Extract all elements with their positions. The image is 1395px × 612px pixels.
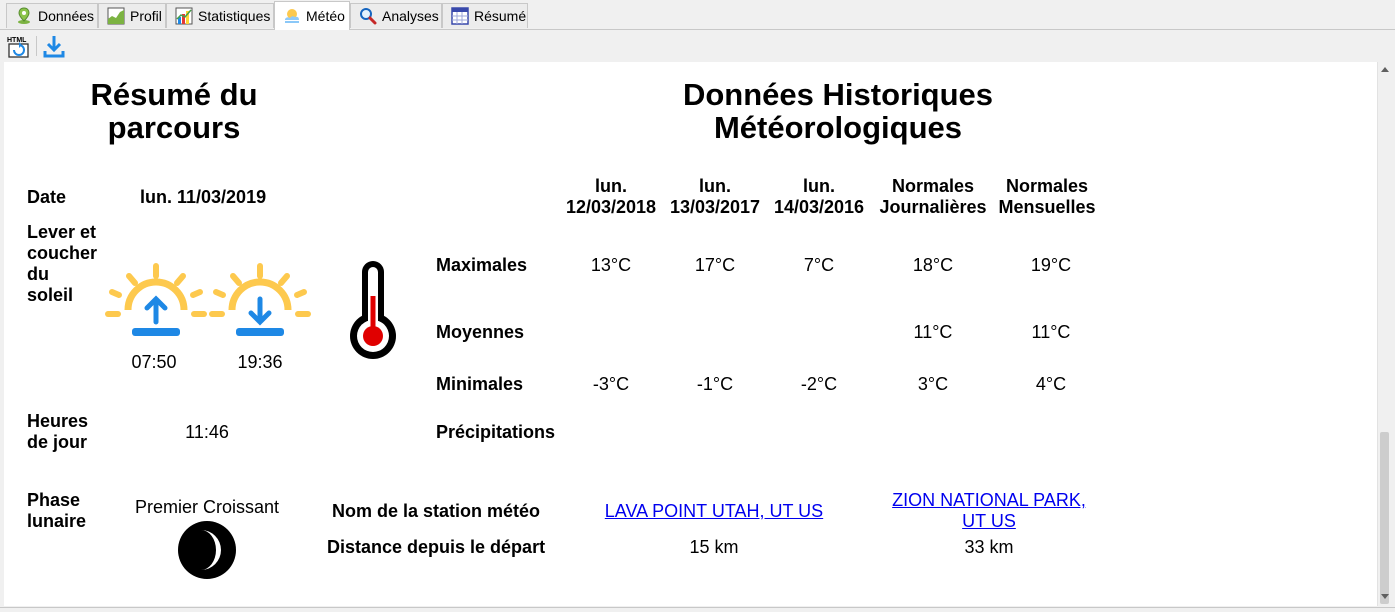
- tab-analyses[interactable]: Analyses: [350, 3, 442, 28]
- row-label-max: Maximales: [436, 255, 528, 275]
- table-cell: 4°C: [1035, 374, 1067, 394]
- sunrise-time: 07:50: [131, 352, 177, 372]
- table-cell: 11°C: [913, 322, 953, 342]
- weather-title: Données Historiques Météorologiques: [638, 78, 1038, 144]
- column-header-line: lun.: [803, 176, 835, 196]
- weather-icon: [283, 7, 301, 25]
- column-header-line: Normales: [891, 176, 975, 196]
- tab-label: Profil: [130, 8, 162, 24]
- summary-title-line: Résumé du: [90, 77, 258, 112]
- daylight-label: Heures de jour: [27, 411, 88, 453]
- sun-label-line: Lever et: [27, 222, 97, 242]
- thermometer-icon: [350, 261, 396, 359]
- column-header-line: 12/03/2018: [565, 197, 657, 217]
- station-link-zion[interactable]: ZION NATIONAL PARK, UT US: [844, 490, 1134, 532]
- row-label-avg: Moyennes: [436, 322, 525, 342]
- html-export-icon: HTML: [7, 37, 29, 58]
- map-pin-icon: [15, 7, 33, 25]
- column-header-line: 14/03/2016: [773, 197, 865, 217]
- scroll-thumb[interactable]: [1380, 432, 1389, 604]
- vertical-scrollbar[interactable]: [1377, 62, 1392, 606]
- summary-title: Résumé du parcours: [64, 78, 284, 144]
- column-header: lun. 12/03/2018: [561, 176, 661, 218]
- table-cell: 13°C: [590, 255, 632, 275]
- tab-meteo[interactable]: Météo: [274, 1, 350, 30]
- sun-label-line: coucher: [27, 243, 98, 263]
- column-header-line: lun.: [595, 176, 627, 196]
- scroll-down-arrow-icon[interactable]: [1381, 594, 1389, 599]
- sun-label-line: soleil: [27, 285, 74, 305]
- download-button[interactable]: [41, 33, 67, 59]
- table-cell: -2°C: [800, 374, 838, 394]
- table-cell: -3°C: [592, 374, 630, 394]
- column-header: Normales Journalières: [871, 176, 995, 218]
- row-label-precip: Précipitations: [436, 422, 556, 442]
- tab-label: Statistiques: [198, 8, 271, 24]
- tab-label: Analyses: [382, 8, 439, 24]
- magnifier-icon: [359, 7, 377, 25]
- table-cell: 19°C: [1030, 255, 1072, 275]
- column-header-line: Mensuelles: [998, 197, 1096, 217]
- station-distance-label: Distance depuis le départ: [327, 537, 546, 557]
- sunset-icon: [209, 263, 311, 336]
- profile-chart-icon: [107, 7, 125, 25]
- calendar-table-icon: [451, 7, 469, 25]
- table-cell: 3°C: [917, 374, 949, 394]
- column-header-line: 13/03/2017: [669, 197, 761, 217]
- station-distance: 15 km: [689, 537, 739, 557]
- sunset-time: 19:36: [237, 352, 283, 372]
- sun-label-line: du: [27, 264, 49, 284]
- station-name-label: Nom de la station météo: [332, 501, 541, 521]
- station-link-lava-point[interactable]: LAVA POINT UTAH, UT US: [574, 501, 854, 522]
- moon-label-line: Phase: [27, 490, 81, 510]
- html-badge-text: HTML: [7, 37, 27, 44]
- table-cell: -1°C: [696, 374, 734, 394]
- moon-phase-icon: [178, 521, 236, 579]
- daylight-label-line: de jour: [27, 432, 88, 452]
- tab-label: Météo: [306, 8, 345, 24]
- statistics-chart-icon: [175, 7, 193, 25]
- tab-donnees[interactable]: Données: [6, 3, 98, 28]
- column-header: Normales Mensuelles: [992, 176, 1102, 218]
- moon-phase-value: Premier Croissant: [134, 497, 280, 517]
- sun-label: Lever et coucher du soleil: [27, 222, 97, 306]
- station-distance: 33 km: [964, 537, 1014, 557]
- weather-report-panel: Résumé du parcours Date lun. 11/03/2019 …: [4, 62, 1377, 606]
- date-label: Date: [27, 187, 67, 207]
- tab-bar: Données Profil Statistiques Météo Analys…: [0, 0, 1395, 30]
- tab-profil[interactable]: Profil: [98, 3, 166, 28]
- sunrise-icon: [105, 263, 207, 336]
- column-header-line: Normales: [1005, 176, 1089, 196]
- column-header-line: Journalières: [879, 197, 987, 217]
- moon-label-line: lunaire: [27, 511, 87, 531]
- table-cell: 7°C: [803, 255, 835, 275]
- daylight-value: 11:46: [185, 422, 229, 442]
- status-strip: [0, 607, 1395, 612]
- daylight-label-line: Heures: [27, 411, 89, 431]
- station-link-line[interactable]: UT US: [844, 511, 1134, 532]
- station-link-line[interactable]: ZION NATIONAL PARK,: [844, 490, 1134, 511]
- table-cell: 18°C: [912, 255, 954, 275]
- toolbar: HTML: [0, 30, 1395, 62]
- tab-label: Résumé: [474, 8, 527, 24]
- download-icon: [43, 36, 65, 58]
- html-export-button[interactable]: HTML: [6, 33, 32, 59]
- tab-statistiques[interactable]: Statistiques: [166, 3, 274, 28]
- toolbar-separator: [36, 36, 37, 56]
- date-value: lun. 11/03/2019: [140, 187, 267, 207]
- summary-title-line: parcours: [107, 110, 241, 145]
- tab-label: Données: [38, 8, 95, 24]
- row-label-min: Minimales: [436, 374, 524, 394]
- moon-label: Phase lunaire: [27, 490, 86, 532]
- tab-resume[interactable]: Résumé: [442, 3, 528, 28]
- scroll-up-arrow-icon[interactable]: [1381, 67, 1389, 72]
- column-header: lun. 13/03/2017: [664, 176, 766, 218]
- weather-title-line: Données Historiques: [682, 77, 994, 112]
- weather-title-line: Météorologiques: [713, 110, 962, 145]
- column-header: lun. 14/03/2016: [769, 176, 869, 218]
- table-cell: 11°C: [1031, 322, 1071, 342]
- column-header-line: lun.: [699, 176, 731, 196]
- table-cell: 17°C: [694, 255, 736, 275]
